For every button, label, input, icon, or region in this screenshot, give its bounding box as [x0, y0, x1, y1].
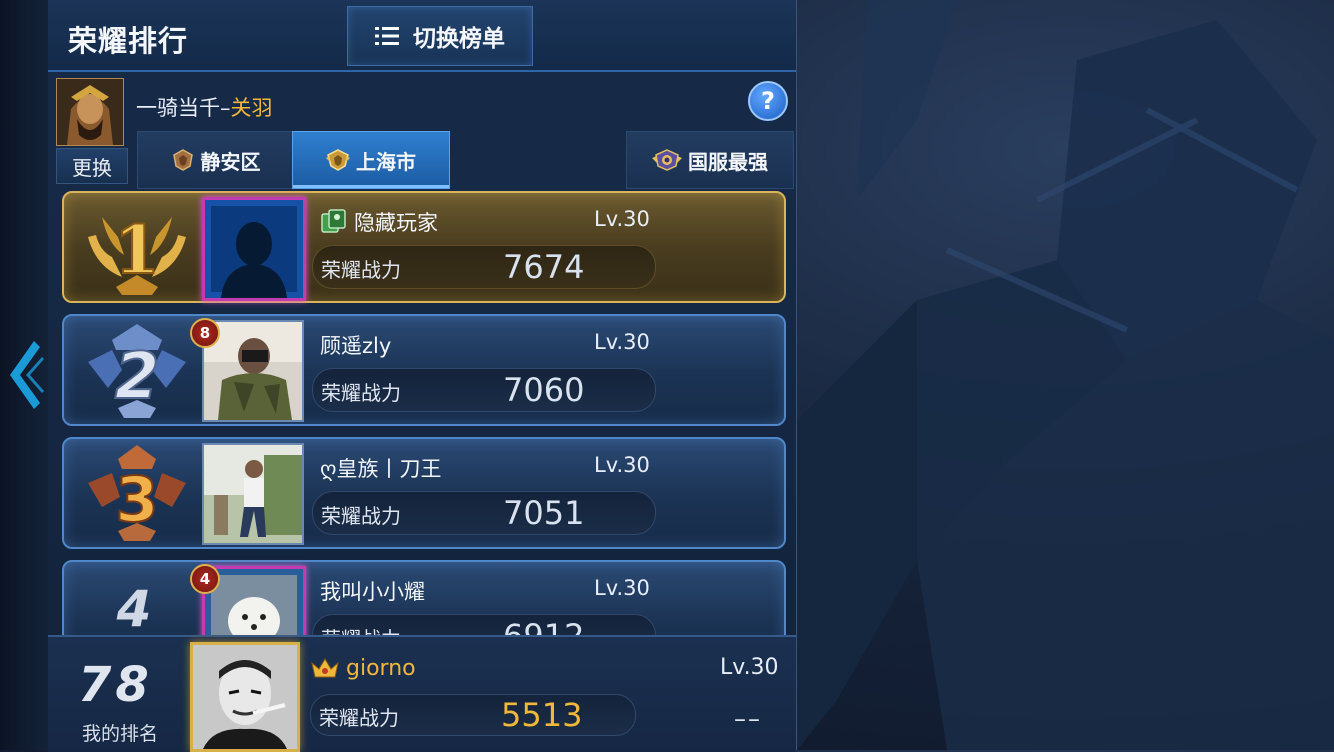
power-label: 荣耀战力 [321, 623, 401, 635]
top-bar: 荣耀排行 切换榜单 [48, 0, 796, 72]
hero-name: 关羽 [230, 96, 273, 120]
my-rank-bar: 78 我的排名 giorno Lv.30 荣耀战力 5513 –– [48, 635, 796, 752]
hidden-player-icon [321, 209, 346, 233]
player-avatar[interactable] [202, 197, 306, 301]
tab-national-strongest[interactable]: 国服最强 [626, 131, 794, 189]
svg-text:2: 2 [115, 340, 160, 414]
my-rank-number: 78 [78, 657, 153, 713]
ranking-panel: 荣耀排行 切换榜单 更换 一骑当千–关羽 ? 静安区 上海市 国服最强 1 隐藏… [48, 0, 797, 752]
crown-icon [311, 658, 339, 678]
player-level: Lv.30 [594, 453, 650, 477]
tab-shanghai-city[interactable]: 上海市 [292, 131, 450, 189]
tab-label: 静安区 [200, 149, 261, 174]
vip-badge: 8 [190, 318, 220, 348]
left-rail [0, 0, 49, 750]
silver-medal-icon: 2 [88, 324, 186, 418]
player-name: ღ皇族丨刀王 [320, 457, 442, 481]
player-name: 顾遥zly [320, 334, 392, 358]
list-icon [375, 26, 399, 46]
ranking-row-2[interactable]: 2 8 顾遥zly Lv.30 荣耀战力 7060 [62, 314, 786, 426]
rank-number: 4 [116, 580, 152, 635]
back-button[interactable] [4, 335, 44, 415]
hero-avatar[interactable] [56, 78, 124, 146]
player-name: 我叫小小耀 [320, 580, 425, 604]
power-value: 7051 [503, 494, 585, 532]
ranking-list[interactable]: 1 隐藏玩家 Lv.30 荣耀战力 7674 2 8 顾遥zly Lv.30 荣… [48, 187, 796, 635]
ranking-row-1[interactable]: 1 隐藏玩家 Lv.30 荣耀战力 7674 [62, 191, 786, 303]
page-title: 荣耀排行 [68, 24, 189, 58]
ranking-row-4[interactable]: 4 4 我叫小小耀 Lv.30 荣耀战力 6912 [62, 560, 786, 635]
power-pill: 荣耀战力 7051 [312, 491, 656, 535]
power-value: 6912 [503, 617, 584, 635]
district-badge-icon [172, 149, 193, 171]
player-level: Lv.30 [594, 576, 650, 600]
ranking-row-3[interactable]: 3 ღ皇族丨刀王 Lv.30 荣耀战力 7051 [62, 437, 786, 549]
player-avatar[interactable] [202, 443, 304, 545]
player-name-text: 隐藏玩家 [354, 211, 438, 235]
power-value: 7060 [503, 371, 585, 409]
national-badge-icon [652, 149, 682, 171]
switch-list-label: 切换榜单 [413, 26, 505, 52]
vip-badge: 4 [190, 564, 220, 594]
power-label: 荣耀战力 [321, 381, 401, 405]
bronze-medal-icon: 3 [88, 445, 186, 541]
power-value: 7674 [503, 248, 585, 286]
power-pill: 荣耀战力 7060 [312, 368, 656, 412]
player-level: Lv.30 [594, 330, 650, 354]
svg-text:3: 3 [115, 463, 158, 536]
my-player-name: giorno [310, 655, 416, 681]
change-hero-button[interactable]: 更换 [56, 148, 128, 184]
my-rank-label: 我的排名 [82, 723, 159, 745]
tab-jingan-district[interactable]: 静安区 [137, 131, 294, 189]
city-badge-icon [326, 149, 350, 171]
power-label: 荣耀战力 [321, 258, 401, 282]
power-pill: 荣耀战力 7674 [312, 245, 656, 289]
my-power-value: 5513 [501, 696, 583, 734]
player-level: Lv.30 [594, 207, 650, 231]
background-decoration [797, 0, 1334, 750]
my-rank-change: –– [734, 705, 762, 733]
my-level: Lv.30 [720, 655, 779, 680]
my-player-name-text: giorno [346, 655, 416, 681]
help-button[interactable]: ? [748, 81, 788, 121]
tab-label: 上海市 [356, 149, 416, 174]
hero-title: 一骑当千–关羽 [136, 92, 273, 122]
power-pill: 荣耀战力 6912 [312, 614, 656, 635]
svg-text:1: 1 [114, 211, 160, 289]
hero-title-prefix: 一骑当千– [136, 96, 231, 120]
switch-list-button[interactable]: 切换榜单 [347, 6, 533, 66]
double-chevron-left-icon [10, 341, 44, 409]
power-label: 荣耀战力 [319, 706, 399, 730]
tab-label: 国服最强 [688, 149, 768, 174]
my-avatar[interactable] [190, 642, 300, 752]
gold-medal-icon: 1 [88, 210, 186, 295]
player-name: 隐藏玩家 [320, 207, 438, 237]
my-power-pill: 荣耀战力 5513 [310, 694, 636, 736]
power-label: 荣耀战力 [321, 504, 401, 528]
